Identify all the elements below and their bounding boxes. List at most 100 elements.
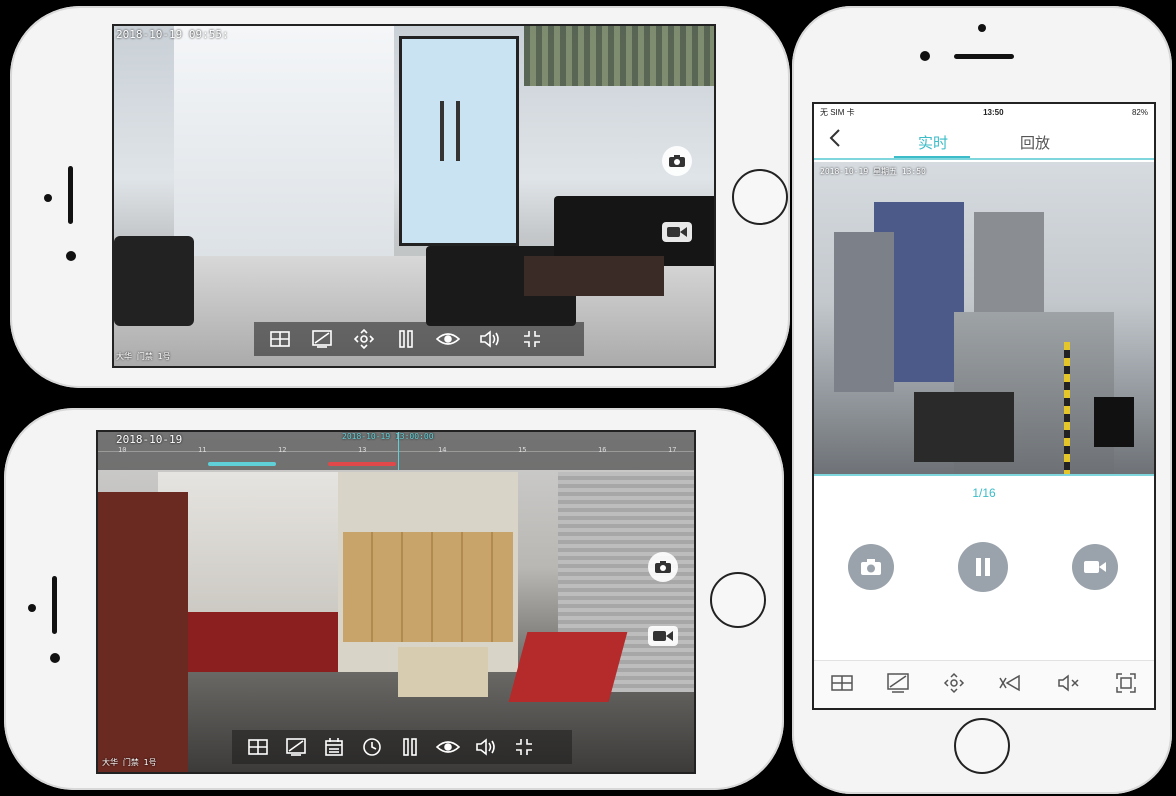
fullscreen-button[interactable] (1115, 672, 1137, 699)
record-button[interactable] (662, 222, 692, 242)
red-floor-mat (188, 612, 338, 672)
calendar-button[interactable] (322, 736, 346, 758)
image-quality-icon (887, 673, 909, 693)
image-quality-icon (312, 330, 332, 348)
pause-button[interactable] (958, 542, 1008, 592)
grid-layout-icon (270, 331, 290, 347)
pause-icon (403, 738, 417, 756)
ptz-control-icon (943, 672, 965, 694)
live-video-view[interactable]: 2018-10-19 星期五 13:50 (814, 162, 1154, 474)
speaker-icon (480, 330, 499, 348)
timeline-tick-label: 13 (358, 446, 367, 454)
talk-icon (999, 674, 1020, 692)
image-quality-button[interactable] (310, 328, 334, 350)
phone-live-portrait: 无 SIM 卡 13:50 82% 实时 回放 2018-10-19 星期五 1… (792, 6, 1172, 794)
exit-fullscreen-button[interactable] (512, 736, 536, 758)
phone-playback-landscape: 2018-10-19 2018-10-19 13:00:00 10 11 12 … (4, 408, 784, 790)
timeline-recorded-segment (208, 462, 276, 466)
record-button[interactable] (648, 626, 678, 646)
tab-live[interactable]: 实时 (918, 132, 948, 153)
red-floor-mat (508, 632, 628, 702)
exit-fullscreen-button[interactable] (520, 328, 544, 350)
clock-button[interactable] (360, 736, 384, 758)
fullscreen-icon (1116, 673, 1136, 693)
image-quality-button[interactable] (284, 736, 308, 758)
snapshot-button[interactable] (648, 552, 678, 582)
video-record-icon (1084, 561, 1106, 573)
eye-icon (436, 741, 460, 753)
playback-video-view[interactable]: 2018-10-19 2018-10-19 13:00:00 10 11 12 … (96, 430, 696, 774)
pause-button[interactable] (394, 328, 418, 350)
grid-layout-button[interactable] (246, 736, 270, 758)
speaker-slot (68, 166, 73, 224)
ptz-control-button[interactable] (943, 672, 965, 699)
grid-layout-icon (248, 739, 268, 755)
eye-button[interactable] (436, 328, 460, 350)
sound-button[interactable] (474, 736, 498, 758)
chevron-left-icon (829, 129, 840, 147)
pause-button[interactable] (398, 736, 422, 758)
calendar-icon (325, 738, 343, 756)
home-button[interactable] (954, 718, 1010, 774)
chair (114, 236, 194, 326)
grid-layout-button[interactable] (268, 328, 292, 350)
snapshot-button[interactable] (848, 544, 894, 590)
tab-playback[interactable]: 回放 (1020, 132, 1050, 153)
speaker-slot (52, 576, 57, 634)
snapshot-button[interactable] (662, 146, 692, 176)
timeline-tick-label: 12 (278, 446, 287, 454)
grid-layout-button[interactable] (831, 674, 853, 697)
grid-layout-icon (831, 675, 853, 691)
home-button[interactable] (710, 572, 766, 628)
talk-button[interactable] (999, 673, 1023, 698)
nav-bar: 实时 回放 (814, 120, 1154, 160)
video-bottom-border (814, 474, 1154, 476)
image-quality-icon (286, 738, 306, 756)
door-handle (440, 101, 444, 161)
playback-toolbar (254, 322, 584, 356)
black-box (1094, 397, 1134, 447)
speaker-icon (476, 738, 495, 756)
playback-timeline[interactable]: 2018-10-19 2018-10-19 13:00:00 10 11 12 … (98, 432, 694, 470)
exit-fullscreen-icon (516, 739, 532, 755)
status-bar: 无 SIM 卡 13:50 82% (814, 104, 1154, 120)
tab-live-underline (894, 156, 970, 158)
camera-icon (861, 559, 881, 575)
eye-button[interactable] (436, 736, 460, 758)
timeline-tick-label: 16 (598, 446, 607, 454)
osd-timestamp: 2018-10-19 09:55: (116, 28, 229, 41)
camera-icon (655, 561, 671, 573)
osd-timestamp: 2018-10-19 星期五 13:50 (820, 167, 926, 176)
timeline-tick-label: 17 (668, 446, 677, 454)
sensor-dot (920, 51, 930, 61)
wall-panel (174, 26, 394, 256)
plant-wall (524, 26, 714, 86)
mute-button[interactable] (1057, 673, 1081, 698)
record-button[interactable] (1072, 544, 1118, 590)
timeline-cursor[interactable] (398, 432, 399, 470)
coffee-table (524, 256, 664, 296)
timeline-tick-label: 15 (518, 446, 527, 454)
door-panel (98, 492, 188, 772)
timeline-alarm-segment (328, 462, 396, 466)
app-screen: 无 SIM 卡 13:50 82% 实时 回放 2018-10-19 星期五 1… (812, 102, 1156, 710)
sensor-dot (66, 251, 76, 261)
video-record-icon (667, 227, 687, 237)
live-video-view[interactable]: 2018-10-19 09:55: 大华 门禁 1号 (112, 24, 716, 368)
timeline-scale: 10 11 12 13 14 15 16 17 (98, 444, 694, 454)
image-quality-button[interactable] (887, 673, 909, 698)
phone-live-landscape: 2018-10-19 09:55: 大华 门禁 1号 (10, 6, 790, 388)
sound-button[interactable] (478, 328, 502, 350)
timeline-current-time: 2018-10-19 13:00:00 (342, 432, 434, 441)
exit-fullscreen-icon (524, 331, 540, 347)
home-button[interactable] (732, 169, 788, 225)
ptz-control-button[interactable] (352, 328, 376, 350)
timeline-tick-label: 14 (438, 446, 447, 454)
clock-icon (363, 738, 381, 756)
back-button[interactable] (828, 128, 842, 154)
eye-icon (436, 333, 460, 345)
playback-toolbar (232, 730, 572, 764)
pause-icon (399, 330, 413, 348)
hazard-tape (1064, 342, 1070, 474)
mute-icon (1058, 674, 1079, 692)
